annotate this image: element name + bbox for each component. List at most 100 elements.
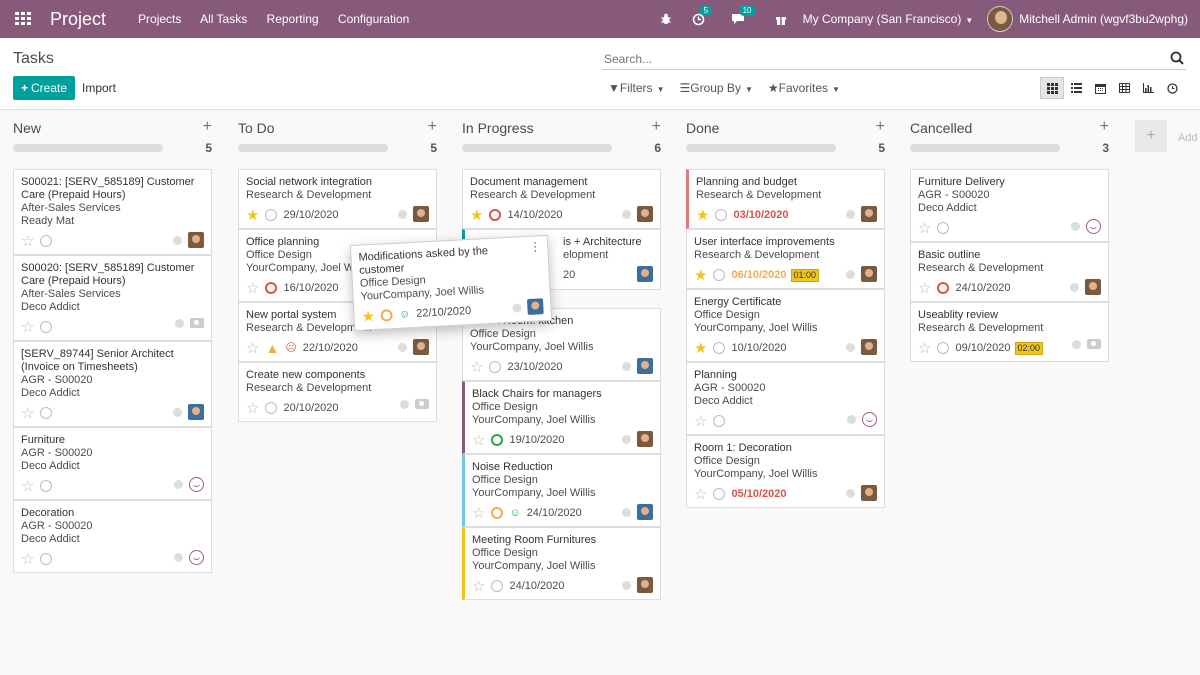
pivot-icon[interactable] [1112, 77, 1136, 99]
kanban-card[interactable]: S00020: [SERV_585189] Customer Care (Pre… [13, 255, 212, 341]
kanban-card[interactable]: Meeting Room Furnitures Office Design Yo… [462, 527, 661, 600]
list-icon[interactable] [1064, 77, 1088, 99]
star-icon[interactable]: ☆ [918, 341, 931, 356]
activity-clock-icon[interactable] [265, 209, 278, 221]
menu-all-tasks[interactable]: All Tasks [200, 12, 247, 26]
activity-clock-icon[interactable] [489, 361, 502, 373]
kanban-card[interactable]: Furniture AGR - S00020 Deco Addict ☆ [13, 427, 212, 500]
kanban-state-icon[interactable] [1072, 339, 1081, 349]
quick-create-icon[interactable]: + [1100, 118, 1109, 136]
kanban-state-icon[interactable] [398, 209, 407, 219]
kanban-state-icon[interactable] [512, 302, 522, 313]
column-title[interactable]: Cancelled [910, 120, 972, 136]
star-icon[interactable]: ☆ [694, 487, 707, 502]
kanban-card[interactable]: Planning AGR - S00020 Deco Addict ☆ [686, 362, 885, 435]
kanban-state-icon[interactable] [1070, 282, 1079, 292]
kanban-card[interactable]: Basic outline Research & Development ☆ 2… [910, 242, 1109, 302]
star-icon[interactable]: ☆ [472, 579, 485, 594]
kanban-state-icon[interactable] [174, 480, 183, 489]
progress-bar[interactable] [686, 144, 836, 152]
kanban-card[interactable]: Social network integration Research & De… [238, 169, 437, 229]
kanban-card[interactable]: Useablity review Research & Development … [910, 302, 1109, 362]
calendar-icon[interactable] [1088, 77, 1112, 99]
kanban-card[interactable]: [SERV_89744] Senior Architect (Invoice o… [13, 341, 212, 427]
star-icon[interactable]: ☆ [21, 552, 34, 567]
progress-bar[interactable] [238, 144, 388, 152]
column-title[interactable]: To Do [238, 120, 275, 136]
kanban-card[interactable]: Black Chairs for managers Office Design … [462, 381, 661, 454]
messages-icon[interactable]: 10 [731, 5, 756, 25]
create-button[interactable]: + Create [13, 76, 76, 100]
activity-clock-icon[interactable] [713, 342, 726, 354]
activity-clock-icon[interactable] [713, 415, 726, 427]
column-title[interactable]: In Progress [462, 120, 534, 136]
menu-reporting[interactable]: Reporting [267, 12, 319, 26]
graph-icon[interactable] [1136, 77, 1160, 99]
star-icon[interactable]: ☆ [472, 433, 485, 448]
star-icon[interactable]: ☆ [918, 221, 931, 236]
import-button[interactable]: Import [82, 81, 116, 95]
star-icon[interactable]: ★ [361, 308, 375, 326]
groupby-dropdown[interactable]: ☰Group By ▼ [679, 81, 752, 95]
activity-clock-icon[interactable] [491, 434, 504, 446]
activity-clock-icon[interactable] [40, 407, 53, 419]
star-icon[interactable]: ☆ [21, 406, 34, 421]
star-icon[interactable]: ★ [696, 208, 709, 223]
star-icon[interactable]: ☆ [21, 234, 34, 249]
add-column-label[interactable]: Add [1178, 132, 1198, 144]
kanban-card[interactable]: Energy Certificate Office Design YourCom… [686, 289, 885, 362]
kanban-card[interactable]: Document management Research & Developme… [462, 169, 661, 229]
activity-clock-icon[interactable] [491, 507, 504, 519]
activity-clock-icon[interactable] [40, 321, 53, 333]
kanban-state-icon[interactable] [622, 507, 631, 517]
progress-bar[interactable] [462, 144, 612, 152]
gift-icon[interactable] [775, 13, 787, 25]
menu-configuration[interactable]: Configuration [338, 12, 409, 26]
kanban-state-icon[interactable] [846, 269, 855, 279]
kanban-card[interactable]: User interface improvements Research & D… [686, 229, 885, 289]
kanban-state-icon[interactable] [175, 318, 184, 328]
add-column-button[interactable]: + [1135, 120, 1167, 152]
kanban-card[interactable]: Furniture Delivery AGR - S00020 Deco Add… [910, 169, 1109, 242]
kanban-state-icon[interactable] [847, 415, 856, 424]
activity-clock-icon[interactable] [265, 282, 278, 294]
kanban-state-icon[interactable] [174, 553, 183, 562]
activity-clock-icon[interactable] [40, 235, 53, 247]
kanban-state-icon[interactable] [173, 407, 182, 417]
star-icon[interactable]: ★ [694, 341, 707, 356]
progress-bar[interactable] [13, 144, 163, 152]
star-icon[interactable]: ☆ [246, 401, 259, 416]
menu-projects[interactable]: Projects [138, 12, 181, 26]
star-icon[interactable]: ☆ [246, 281, 259, 296]
star-icon[interactable]: ☆ [694, 414, 707, 429]
activity-clock-icon[interactable] [40, 553, 53, 565]
filters-dropdown[interactable]: ▼Filters ▼ [608, 81, 664, 95]
kanban-state-icon[interactable] [622, 209, 631, 219]
company-switcher[interactable]: My Company (San Francisco) ▼ [803, 12, 974, 26]
kanban-state-icon[interactable] [622, 580, 631, 590]
app-brand[interactable]: Project [50, 9, 106, 30]
star-icon[interactable]: ☆ [470, 360, 483, 375]
activity-clock-icon[interactable] [265, 402, 278, 414]
star-icon[interactable]: ★ [246, 208, 259, 223]
star-icon[interactable]: ☆ [472, 506, 485, 521]
column-title[interactable]: Done [686, 120, 719, 136]
activity-clock-icon[interactable] [713, 488, 726, 500]
star-icon[interactable]: ☆ [918, 281, 931, 296]
favorites-dropdown[interactable]: ★Favorites ▼ [768, 81, 840, 95]
activity-clock-icon[interactable] [715, 209, 728, 221]
activity-clock-icon[interactable] [937, 342, 950, 354]
kanban-card[interactable]: Noise Reduction Office Design YourCompan… [462, 454, 661, 527]
quick-create-icon[interactable]: + [428, 118, 437, 136]
column-title[interactable]: New [13, 120, 41, 136]
search-icon[interactable] [1170, 51, 1186, 67]
kanban-card[interactable]: Room 1: Decoration Office Design YourCom… [686, 435, 885, 508]
quick-create-icon[interactable]: + [652, 118, 661, 136]
quick-create-icon[interactable]: + [203, 118, 212, 136]
kanban-card[interactable]: Decoration AGR - S00020 Deco Addict ☆ [13, 500, 212, 573]
activity-clock-icon[interactable] [489, 209, 502, 221]
kanban-card[interactable]: Planning and budget Research & Developme… [686, 169, 885, 229]
kanban-card[interactable]: S00021: [SERV_585189] Customer Care (Pre… [13, 169, 212, 255]
kanban-state-icon[interactable] [1071, 222, 1080, 231]
kanban-state-icon[interactable] [622, 434, 631, 444]
